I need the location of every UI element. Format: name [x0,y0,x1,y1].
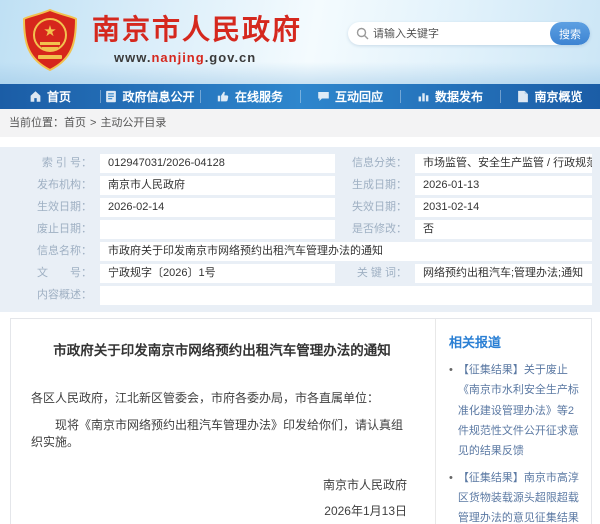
nav-label: 在线服务 [235,88,283,105]
home-icon [29,90,42,103]
document-title: 市政府关于印发南京市网络预约出租汽车管理办法的通知 [31,339,413,359]
meta-label-keywords: 关 键 词： [335,264,415,283]
nav-label: 互动回应 [335,88,383,105]
document-paragraph: 现将《南京市网络预约出租汽车管理办法》印发给你们，请认真组织实施。 [31,416,413,450]
meta-label-created-date: 生成日期： [335,176,415,195]
document-metadata-panel: 索 引 号： 012947031/2026-04128 信息分类： 市场监管、安… [0,147,600,312]
nav-item-online-service[interactable]: 在线服务 [200,84,300,109]
nav-label: 南京概览 [534,88,582,105]
search-button[interactable]: 搜索 [550,22,590,45]
chat-bubble-icon [317,90,330,103]
nav-item-overview[interactable]: 南京概览 [500,84,600,109]
meta-value-title: 市政府关于印发南京市网络预约出租汽车管理办法的通知 [100,242,592,261]
national-emblem-icon: ★ [22,9,78,71]
logo-text: 南京市人民政府 www.nanjing.gov.cn [92,15,302,65]
meta-value-abolish-date [100,220,335,239]
svg-text:★: ★ [43,23,56,40]
thumb-up-icon [217,90,230,103]
breadcrumb-prefix: 当前位置： [9,117,64,129]
url-prefix: www. [114,50,151,65]
meta-label-doc-number: 文 号： [0,264,100,283]
document-sign-date: 2026年1月13日 [31,502,413,519]
meta-label-expiry-date: 失效日期： [335,198,415,217]
related-report-text: 【征集结果】南京市高淳区货物装载源头超限超载管理办法的意见征集结果反馈 [458,468,583,524]
url-suffix: .gov.cn [205,50,257,65]
related-reports-heading: 相关报道 [449,332,583,351]
meta-value-index: 012947031/2026-04128 [100,154,335,173]
bullet-icon: • [449,360,453,462]
breadcrumb-separator: > [90,117,96,129]
nav-item-interaction[interactable]: 互动回应 [300,84,400,109]
breadcrumb-home-link[interactable]: 首页 [64,117,86,129]
content-card: 市政府关于印发南京市网络预约出租汽车管理办法的通知 各区人民政府，江北新区管委会… [10,318,592,524]
nav-label: 数据发布 [435,88,483,105]
document-body: 市政府关于印发南京市网络预约出租汽车管理办法的通知 各区人民政府，江北新区管委会… [11,319,435,524]
meta-value-issuer: 南京市人民政府 [100,176,335,195]
search-bar: 搜索 [348,22,590,45]
related-report-link[interactable]: • 【征集结果】关于废止《南京市水利安全生产标准化建设管理办法》等2件规范性文件… [449,360,583,462]
related-report-link[interactable]: • 【征集结果】南京市高淳区货物装载源头超限超载管理办法的意见征集结果反馈 [449,468,583,524]
nav-item-gov-info[interactable]: 政府信息公开 [100,84,200,109]
bullet-icon: • [449,468,453,524]
meta-label-modified: 是否修改： [335,220,415,239]
meta-value-keywords: 网络预约出租汽车;管理办法;通知 [415,264,592,283]
file-icon [517,90,529,103]
meta-value-summary [100,286,592,305]
site-brand[interactable]: ★ 南京市人民政府 www.nanjing.gov.cn [22,9,302,71]
meta-value-modified: 否 [415,220,592,239]
url-highlight: nanjing [151,50,204,65]
nav-item-home[interactable]: 首页 [0,84,100,109]
related-reports-list: • 【征集结果】关于废止《南京市水利安全生产标准化建设管理办法》等2件规范性文件… [449,360,583,524]
meta-label-title: 信息名称： [0,242,100,261]
nav-item-data[interactable]: 数据发布 [400,84,500,109]
site-url: www.nanjing.gov.cn [114,50,302,65]
search-input[interactable] [373,28,550,40]
sidebar: 相关报道 • 【征集结果】关于废止《南京市水利安全生产标准化建设管理办法》等2件… [435,319,591,524]
main-nav: 首页 政府信息公开 在线服务 互动回应 数据发布 南京概览 [0,84,600,109]
meta-label-abolish-date: 废止日期： [0,220,100,239]
breadcrumb: 当前位置：首页 > 主动公开目录 [0,109,600,137]
document-salutation: 各区人民政府，江北新区管委会，市府各委办局，市各直属单位： [31,389,413,406]
meta-label-effective-date: 生效日期： [0,198,100,217]
meta-value-category: 市场监管、安全生产监管 / 行政规范性文件 / 通知 [415,154,592,173]
meta-label-index: 索 引 号： [0,154,100,173]
meta-label-summary: 内容概述： [0,286,100,305]
site-header: ★ 南京市人民政府 www.nanjing.gov.cn 搜索 [0,0,600,84]
info-doc-icon [105,90,117,103]
meta-value-expiry-date: 2031-02-14 [415,198,592,217]
nav-label: 政府信息公开 [122,88,194,105]
meta-value-effective-date: 2026-02-14 [100,198,335,217]
meta-label-category: 信息分类： [335,154,415,173]
meta-label-issuer: 发布机构： [0,176,100,195]
breadcrumb-current: 主动公开目录 [100,117,166,129]
related-report-text: 【征集结果】关于废止《南京市水利安全生产标准化建设管理办法》等2件规范性文件公开… [458,360,583,462]
bar-chart-icon [417,90,430,103]
meta-value-doc-number: 宁政规字〔2026〕1号 [100,264,335,283]
metadata-grid: 索 引 号： 012947031/2026-04128 信息分类： 市场监管、安… [0,154,592,305]
nav-label: 首页 [47,88,71,105]
meta-value-created-date: 2026-01-13 [415,176,592,195]
document-signer: 南京市人民政府 [31,476,413,493]
search-icon [356,27,369,40]
site-title: 南京市人民政府 [92,15,302,46]
